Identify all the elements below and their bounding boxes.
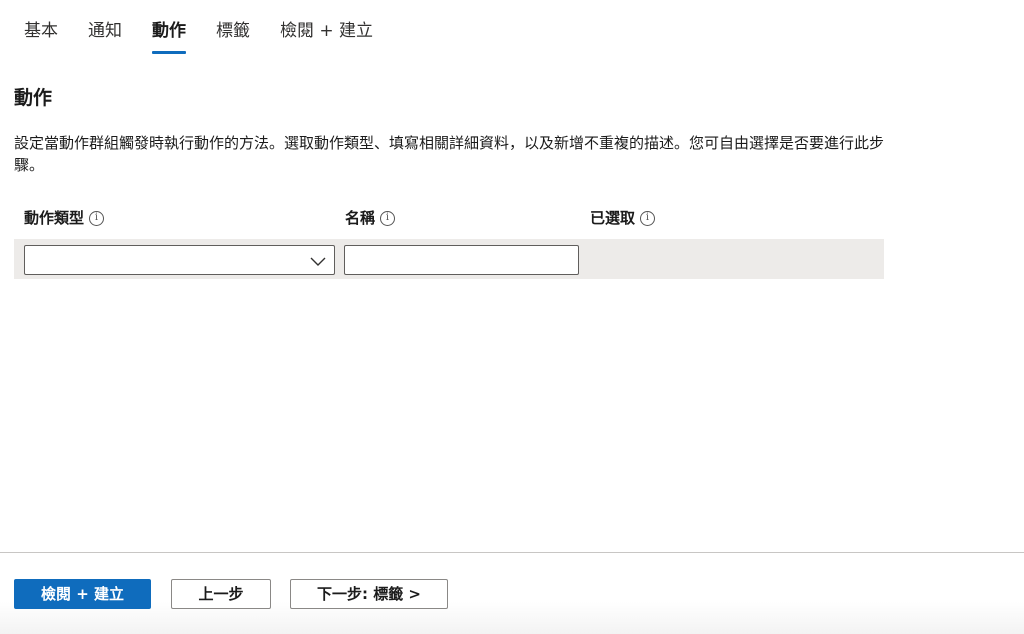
column-label-action-type: 動作類型	[24, 209, 85, 227]
column-header-action-type: 動作類型 i	[24, 206, 105, 230]
action-row	[14, 239, 884, 279]
name-input[interactable]	[344, 245, 579, 275]
tab-review-create[interactable]: 檢閱 + 建立	[280, 18, 373, 54]
chevron-down-icon	[310, 257, 326, 266]
action-type-dropdown[interactable]	[24, 245, 335, 275]
tab-notifications[interactable]: 通知	[88, 18, 122, 54]
previous-button[interactable]: 上一步	[171, 579, 271, 609]
tab-tags[interactable]: 標籤	[216, 18, 250, 54]
column-header-selected: 已選取 i	[590, 206, 656, 230]
next-tags-button[interactable]: 下一步: 標籤 >	[290, 579, 448, 609]
column-header-name: 名稱 i	[345, 206, 396, 230]
column-label-name: 名稱	[345, 209, 376, 227]
info-icon[interactable]: i	[89, 210, 105, 226]
section-title: 動作	[14, 87, 53, 109]
tab-bar: 基本 通知 動作 標籤 檢閱 + 建立	[24, 18, 403, 54]
review-create-button[interactable]: 檢閱 + 建立	[14, 579, 151, 609]
section-description: 設定當動作群組觸發時執行動作的方法。選取動作類型、填寫相關詳細資料，以及新增不重…	[14, 134, 885, 174]
info-icon[interactable]: i	[380, 210, 396, 226]
column-label-selected: 已選取	[590, 209, 636, 227]
tab-actions[interactable]: 動作	[152, 18, 186, 54]
tab-basics[interactable]: 基本	[24, 18, 58, 54]
info-icon[interactable]: i	[640, 210, 656, 226]
footer: 檢閱 + 建立 上一步 下一步: 標籤 >	[0, 553, 1024, 634]
